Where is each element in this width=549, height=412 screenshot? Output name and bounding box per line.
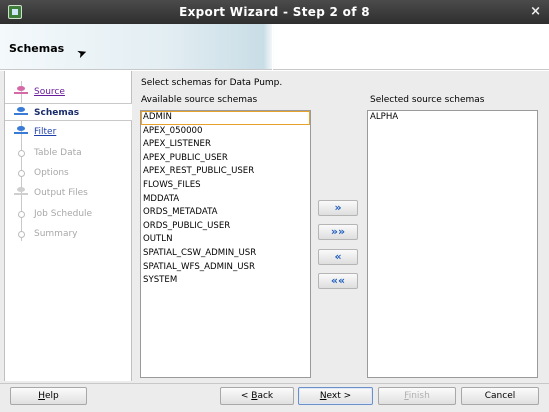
header-divider (272, 24, 273, 70)
schema-list-item[interactable]: APEX_050000 (141, 125, 310, 139)
nav-step-label: Source (34, 87, 65, 97)
nav-step-label: Output Files (34, 188, 88, 198)
page-title: Schemas (9, 42, 65, 55)
nav-step-filter[interactable]: Filter (5, 123, 132, 141)
available-schemas-label: Available source schemas (141, 95, 258, 105)
schema-list-item[interactable]: APEX_PUBLIC_USER (141, 152, 310, 166)
back-button-label: ack (257, 391, 274, 401)
available-schemas-list[interactable]: ADMIN APEX_050000 APEX_LISTENER APEX_PUBLIC… (140, 110, 311, 378)
wizard-step-nav: Source Schemas Filter Table Data Options… (4, 71, 132, 381)
next-button[interactable]: Next > (298, 387, 373, 405)
remove-all-button[interactable]: «« (318, 273, 358, 289)
schema-list-item[interactable]: FLOWS_FILES (141, 179, 310, 193)
nav-step-summary: Summary (5, 225, 132, 243)
pending-step-icon (14, 167, 28, 179)
help-button-mnemonic: H (38, 391, 45, 401)
remove-selected-button[interactable]: « (318, 249, 358, 265)
schema-list-item[interactable]: SPATIAL_CSW_ADMIN_USR (141, 247, 310, 261)
nav-step-output-files: Output Files (5, 184, 132, 202)
visited-step-icon (14, 86, 28, 98)
nav-step-label: Table Data (34, 148, 82, 158)
title-bar: Export Wizard - Step 2 of 8 × (0, 0, 549, 24)
finish-button: Finish (378, 387, 456, 405)
nav-step-job-schedule: Job Schedule (5, 205, 132, 223)
back-button-prefix: < (240, 391, 252, 401)
nav-step-source[interactable]: Source (5, 83, 132, 101)
pending-step-icon (14, 228, 28, 240)
nav-step-options: Options (5, 164, 132, 182)
move-all-button[interactable]: »» (318, 224, 358, 240)
schema-list-item[interactable]: OUTLN (141, 233, 310, 247)
next-step-icon (14, 126, 28, 138)
schema-list-item[interactable]: MDDATA (141, 193, 310, 207)
help-button-label: elp (45, 391, 59, 401)
schema-list-item[interactable]: ALPHA (368, 111, 537, 125)
nav-step-label: Filter (34, 127, 57, 137)
move-selected-button[interactable]: » (318, 200, 358, 216)
nav-step-schemas[interactable]: Schemas (5, 103, 132, 121)
finish-button-label: inish (408, 391, 430, 401)
window-title: Export Wizard - Step 2 of 8 (179, 5, 370, 19)
nav-step-label: Options (34, 168, 69, 178)
selected-schemas-label: Selected source schemas (370, 95, 485, 105)
pending-step-icon (14, 208, 28, 220)
schema-list-item[interactable]: SPATIAL_WFS_ADMIN_USR (141, 261, 310, 275)
schema-list-item[interactable]: ORDS_METADATA (141, 206, 310, 220)
next-button-label: ext > (326, 391, 352, 401)
next-button-mnemonic: N (319, 391, 327, 401)
nav-step-table-data: Table Data (5, 144, 132, 162)
selected-schemas-list[interactable]: ALPHA (367, 110, 538, 378)
schema-list-item[interactable]: APEX_LISTENER (141, 138, 310, 152)
back-button[interactable]: < Back (220, 387, 294, 405)
nav-step-label: Schemas (34, 108, 80, 118)
schema-list-item[interactable]: APEX_REST_PUBLIC_USER (141, 165, 310, 179)
close-icon[interactable]: × (530, 4, 541, 19)
nav-step-label: Summary (34, 229, 78, 239)
pending-step-icon (14, 187, 28, 199)
mouse-cursor-icon: ➤ (74, 44, 90, 62)
current-step-icon (14, 107, 28, 119)
schema-list-item[interactable]: SYSTEM (141, 274, 310, 288)
wizard-header: Schemas ➤ (0, 24, 549, 70)
schema-list-item[interactable]: ADMIN (141, 111, 310, 125)
instruction-text: Select schemas for Data Pump. (141, 78, 283, 88)
pending-step-icon (14, 147, 28, 159)
schema-list-item[interactable]: ORDS_PUBLIC_USER (141, 220, 310, 234)
help-button[interactable]: Help (10, 387, 87, 405)
cancel-button[interactable]: Cancel (461, 387, 539, 405)
nav-step-label: Job Schedule (34, 209, 93, 219)
